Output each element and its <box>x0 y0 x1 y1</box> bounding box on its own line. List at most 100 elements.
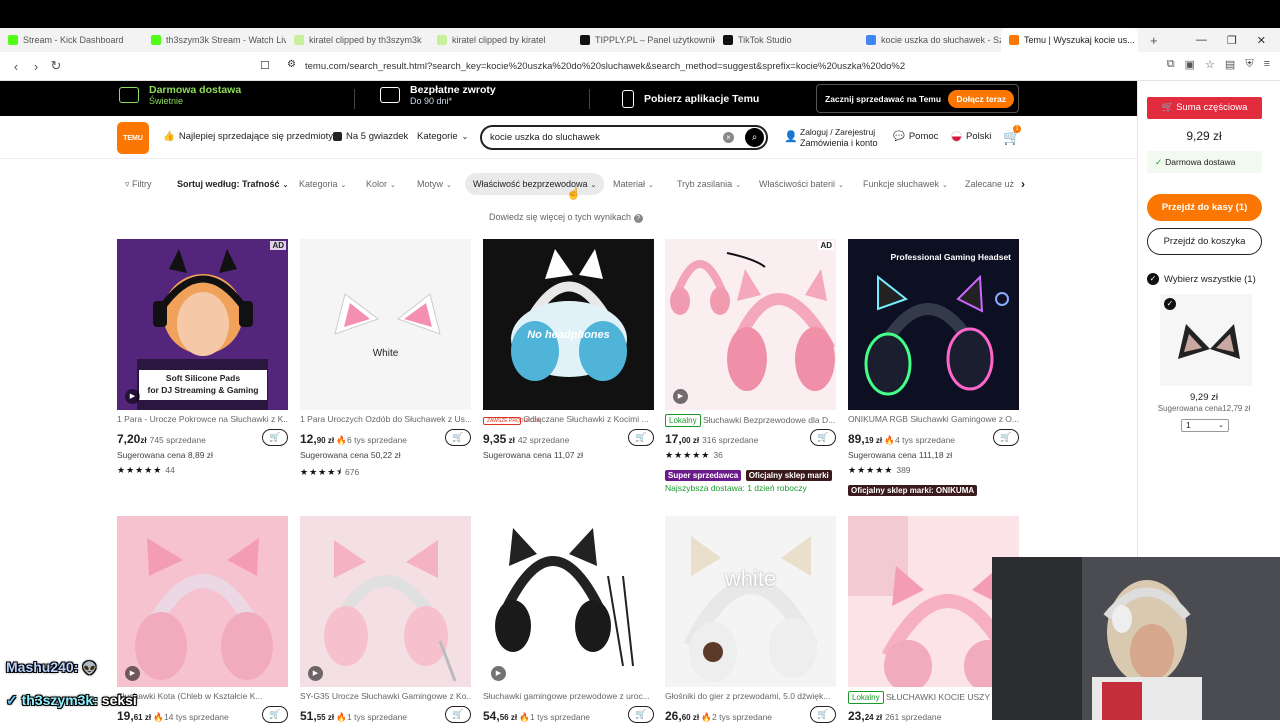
search-input[interactable]: kocie uszka do sluchawek × ⌕ <box>480 125 768 150</box>
fire-icon: 🔥 <box>517 712 531 722</box>
go-to-cart-button[interactable]: Przejdź do koszyka <box>1147 228 1262 255</box>
product-image[interactable]: Professional Gaming Headset <box>848 239 1019 410</box>
restore-icon[interactable]: ❐ <box>1227 34 1237 47</box>
sell-label: Zacznij sprzedawać na Temu <box>825 93 942 104</box>
checkout-button[interactable]: Przejdź do kasy (1) <box>1147 194 1262 221</box>
product-image[interactable]: ▶ <box>300 516 471 687</box>
browser-tab[interactable]: TIPPLY.PL – Panel użytkownika <box>572 28 715 52</box>
filter-chip[interactable]: Właściwości baterii ⌄ <box>751 173 852 195</box>
add-to-cart-button[interactable]: 🛒 <box>993 429 1019 446</box>
quantity-select[interactable]: 1 ⌄ <box>1181 419 1229 432</box>
wallet-icon[interactable]: ▤ <box>1225 58 1235 71</box>
categories-dropdown[interactable]: Kategorie ⌄ <box>417 131 468 142</box>
add-to-cart-button[interactable]: 🛒 <box>445 706 471 723</box>
filter-chip[interactable]: Kategoria ⌄ <box>291 173 354 195</box>
five-stars-link[interactable]: Na 5 gwiazdek <box>333 131 408 142</box>
browser-tab[interactable]: kocie uszka do słuchawek - Szu <box>858 28 1001 52</box>
play-icon[interactable]: ▶ <box>308 666 323 681</box>
product-title[interactable]: ONIKUMA RGB Słuchawki Gamingowe z O... <box>848 414 1019 424</box>
bookmark-icon[interactable]: ☐ <box>260 59 270 72</box>
select-all-checkbox[interactable]: ✓ Wybierz wszystkie (1) <box>1147 273 1256 285</box>
extensions-icon[interactable]: ⧉ <box>1167 58 1175 71</box>
url-field[interactable]: temu.com/search_result.html?search_key=k… <box>305 61 905 72</box>
add-to-cart-button[interactable]: 🛒 <box>810 429 836 446</box>
browser-tab[interactable]: kiratel clipped by kiratel <box>429 28 572 52</box>
join-now-button[interactable]: Dołącz teraz <box>948 90 1014 108</box>
close-window-icon[interactable]: ✕ <box>1257 34 1266 47</box>
browser-tab[interactable]: kiratel clipped by th3szym3k <box>286 28 429 52</box>
filter-chip[interactable]: Kolor ⌄ <box>358 173 404 195</box>
product-image[interactable]: No headphones <box>483 239 654 410</box>
browser-tab[interactable]: Stream - Kick Dashboard <box>0 28 143 52</box>
add-to-cart-button[interactable]: 🛒 <box>628 706 654 723</box>
chevron-right-icon[interactable]: › <box>1013 173 1033 195</box>
bookmarks-icon[interactable]: ☆ <box>1205 58 1215 71</box>
sell-banner[interactable]: Zacznij sprzedawać na Temu Dołącz teraz <box>816 84 1019 113</box>
browser-tab-active[interactable]: Temu | Wyszukaj kocie us...× <box>1001 28 1138 52</box>
product-image[interactable]: ▶ <box>483 516 654 687</box>
add-to-cart-button[interactable]: 🛒 <box>262 706 288 723</box>
free-shipping-promo[interactable]: Darmowa dostawa Świetnie <box>119 84 241 106</box>
add-to-cart-button[interactable]: 🛒 <box>810 706 836 723</box>
product-title[interactable]: SY-G35 Urocze Słuchawki Gamingowe z Ko..… <box>300 691 471 701</box>
filter-chip[interactable]: Tryb zasilania ⌄ <box>669 173 749 195</box>
add-to-cart-button[interactable]: 🛒 <box>628 429 654 446</box>
product-image[interactable]: white <box>665 516 836 687</box>
product-title[interactable]: 1 Para - Urocze Pokrowce na Słuchawki z … <box>117 414 288 424</box>
add-to-cart-button[interactable]: 🛒 <box>445 429 471 446</box>
product-title[interactable]: ZAWSZE PRODUKCJA Odłączane Słuchawki z K… <box>483 414 654 425</box>
filter-chip[interactable]: Funkcje słuchawek ⌄ <box>855 173 956 195</box>
official-store-badge: Oficjalny sklep marki: ONIKUMA <box>848 485 978 496</box>
minimize-icon[interactable]: — <box>1196 34 1207 46</box>
sidebar-icon[interactable]: ▣ <box>1185 58 1195 71</box>
forward-icon[interactable]: › <box>26 59 46 74</box>
add-to-cart-button[interactable]: 🛒 <box>262 429 288 446</box>
browser-tab[interactable]: TikTok Studio <box>715 28 858 52</box>
truck-icon <box>119 87 139 103</box>
subtotal-button[interactable]: 🛒 Suma częściowa <box>1147 97 1262 119</box>
bestsellers-link[interactable]: 👍 Najlepiej sprzedające się przedmioty <box>163 131 333 142</box>
play-icon[interactable]: ▶ <box>125 666 140 681</box>
star-icons: ★★★★★ <box>117 465 163 475</box>
language-selector[interactable]: Polski <box>951 131 991 142</box>
free-returns-promo[interactable]: Bezpłatne zwroty Do 90 dni* <box>380 84 496 106</box>
suggested-price: Sugerowana cena 50,22 zł <box>300 450 401 460</box>
product-image[interactable]: Soft Silicone Pads for DJ Streaming & Ga… <box>117 239 288 410</box>
play-icon[interactable]: ▶ <box>125 389 140 404</box>
account-link[interactable]: 👤 Zaloguj / Zarejestruj Zamówienia i kon… <box>784 127 878 149</box>
site-info-icon[interactable]: ⚙ <box>287 59 296 70</box>
filter-chip-label: Kolor <box>366 179 388 189</box>
play-icon[interactable]: ▶ <box>673 389 688 404</box>
item-check-icon[interactable]: ✓ <box>1164 298 1176 310</box>
product-image[interactable]: AD ▶ <box>665 239 836 410</box>
play-icon[interactable]: ▶ <box>491 666 506 681</box>
help-link[interactable]: 💬 Pomoc <box>893 131 938 142</box>
browser-tab[interactable]: th3szym3k Stream - Watch Live <box>143 28 286 52</box>
shield-icon[interactable]: ⛨ <box>1245 58 1253 71</box>
back-icon[interactable]: ‹ <box>6 59 26 74</box>
product-title[interactable]: 1 Para Uroczych Ozdób do Słuchawek z Us.… <box>300 414 471 424</box>
filter-chip[interactable]: Właściwość bezprzewodowa ⌄ <box>465 173 605 195</box>
filter-chip[interactable]: Materiał ⌄ <box>605 173 662 195</box>
sold-count: 745 sprzedane <box>149 435 206 445</box>
app-promo[interactable]: Pobierz aplikacje Temu <box>622 90 759 108</box>
cart-item-image[interactable]: ✓ <box>1160 294 1252 386</box>
reload-icon[interactable]: ↻ <box>46 58 66 74</box>
product-image[interactable]: White <box>300 239 471 410</box>
clear-search-icon[interactable]: × <box>723 132 734 143</box>
filter-chip[interactable]: Sortuj według: Trafność ⌄ <box>169 173 296 195</box>
temu-logo[interactable]: TEMU <box>117 122 149 154</box>
product-title[interactable]: Słuchawki Kota (Chleb w Kształcie K... <box>117 691 288 701</box>
product-title[interactable]: Lokalny Słuchawki Bezprzewodowe dla D... <box>665 414 836 427</box>
learn-more-link[interactable]: Dowiedz się więcej o tych wynikach ? <box>489 212 643 223</box>
product-title[interactable]: Słuchawki gamingowe przewodowe z uroc... <box>483 691 654 701</box>
filter-chip[interactable]: ▿ Filtry <box>117 173 160 195</box>
product-image[interactable]: ▶ <box>117 516 288 687</box>
new-tab-button[interactable]: + <box>1150 33 1158 48</box>
filter-chip[interactable]: Motyw ⌄ <box>409 173 460 195</box>
cart-button[interactable]: 🛒 1 <box>1003 125 1021 146</box>
search-button[interactable]: ⌕ <box>745 128 764 147</box>
menu-icon[interactable]: ≡ <box>1264 58 1270 71</box>
free-delivery-label: Darmowa dostawa <box>1165 157 1236 167</box>
product-title[interactable]: Głośniki do gier z przewodami, 5.0 dźwię… <box>665 691 836 701</box>
